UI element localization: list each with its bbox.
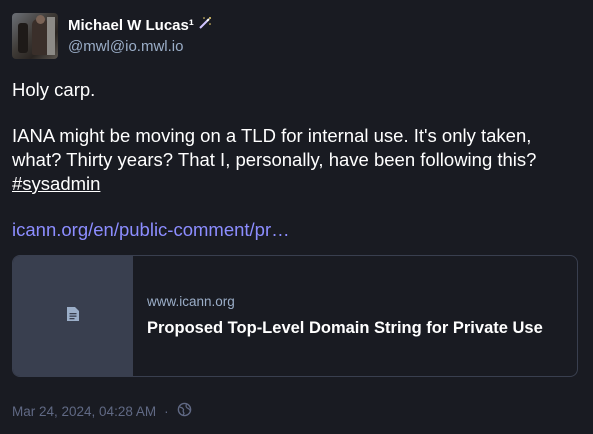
- avatar[interactable]: [12, 13, 58, 59]
- card-thumbnail: [13, 256, 133, 376]
- status-meta: Mar 24, 2024, 04:28 AM ·: [12, 402, 192, 420]
- author-names[interactable]: Michael W Lucas¹ @mwl@io.mwl.io: [68, 16, 212, 57]
- card-host: www.icann.org: [147, 294, 235, 309]
- display-name-text: Michael W Lucas¹: [68, 16, 194, 34]
- magic-wand-emoji-icon: [198, 16, 212, 36]
- display-name[interactable]: Michael W Lucas¹: [68, 16, 212, 36]
- file-text-icon: [66, 306, 80, 327]
- meta-separator: ·: [164, 403, 169, 419]
- account-handle[interactable]: @mwl@io.mwl.io: [68, 37, 212, 57]
- link-preview-card[interactable]: www.icann.org Proposed Top-Level Domain …: [12, 255, 578, 377]
- card-title: Proposed Top-Level Domain String for Pri…: [147, 319, 543, 337]
- hashtag-link[interactable]: #sysadmin: [12, 173, 100, 194]
- card-body: www.icann.org Proposed Top-Level Domain …: [133, 256, 577, 376]
- content-paragraph: Holy carp.: [12, 79, 96, 100]
- status-header[interactable]: Michael W Lucas¹ @mwl@io.mwl.io: [12, 12, 212, 60]
- timestamp-link[interactable]: Mar 24, 2024, 04:28 AM: [12, 404, 156, 419]
- external-link[interactable]: icann.org/en/public-comment/pr…: [12, 219, 290, 240]
- status-content: Holy carp. IANA might be moving on a TLD…: [12, 78, 582, 264]
- content-text: IANA might be moving on a TLD for intern…: [12, 125, 537, 170]
- status-post: Michael W Lucas¹ @mwl@io.mwl.io Holy car…: [0, 0, 593, 434]
- globe-icon: [177, 402, 192, 420]
- content-paragraph: IANA might be moving on a TLD for intern…: [12, 124, 582, 196]
- content-paragraph: icann.org/en/public-comment/pr…: [12, 218, 582, 242]
